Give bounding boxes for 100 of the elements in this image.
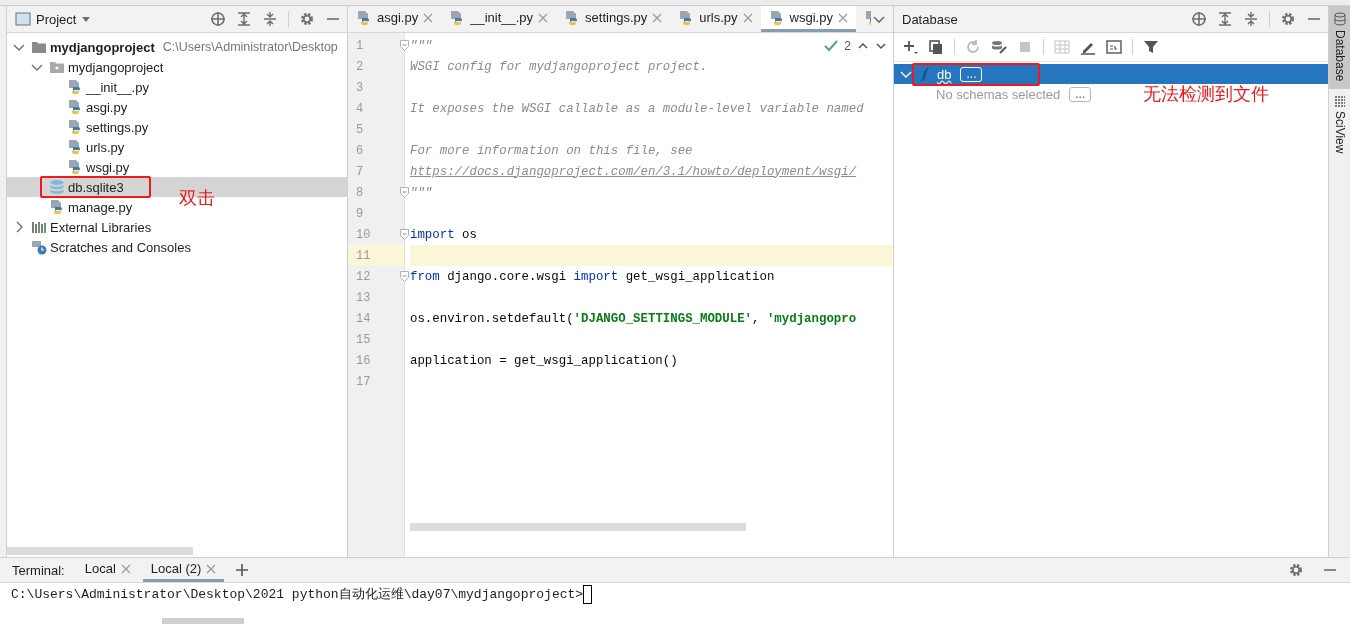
terminal-output: C:\Users\Administrator\Desktop\2021 python自动化运维\day07\mydjangoproject> xyxy=(11,586,584,603)
tree-item-label: db xyxy=(937,66,952,82)
close-icon[interactable] xyxy=(837,12,848,23)
fold-marker-icon[interactable] xyxy=(400,271,409,282)
close-icon[interactable] xyxy=(538,12,549,23)
collapse-all-icon[interactable] xyxy=(262,11,278,27)
annotation-note: 无法检测到文件 xyxy=(1143,83,1269,106)
folder-icon xyxy=(31,39,47,55)
close-icon[interactable] xyxy=(206,563,217,574)
tree-row[interactable]: settings.py xyxy=(7,117,151,137)
settings-icon[interactable] xyxy=(1288,562,1304,578)
python-file-icon xyxy=(67,99,83,115)
view-selector[interactable]: Project xyxy=(15,11,92,27)
python-file-icon xyxy=(67,119,83,135)
tree-item-label: settings.py xyxy=(86,119,149,135)
line-number: 1 xyxy=(356,38,364,53)
line-number: 14 xyxy=(356,311,371,326)
python-file-icon xyxy=(67,139,83,155)
line-number: 16 xyxy=(356,353,371,368)
grid-icon xyxy=(1333,95,1346,108)
tree-row[interactable]: wsgi.py xyxy=(7,157,132,177)
fold-marker-icon[interactable] xyxy=(400,187,409,198)
tool-window-button[interactable]: SciView xyxy=(1329,89,1350,162)
tree-item-label: No schemas selected xyxy=(936,86,1061,102)
caret-icon xyxy=(81,15,92,23)
database-tools-icon[interactable] xyxy=(991,39,1007,55)
code-line: os.environ.setdefault('DJANGO_SETTINGS_MODULE', 'mydjangopro xyxy=(410,311,857,326)
expand-all-icon[interactable] xyxy=(1217,11,1233,27)
tree-row[interactable]: asgi.py xyxy=(7,97,130,117)
tree-item-label: manage.py xyxy=(68,199,133,215)
close-icon[interactable] xyxy=(423,12,434,23)
terminal-tab[interactable]: Local xyxy=(76,558,139,582)
check-icon xyxy=(824,40,839,52)
line-number: 13 xyxy=(356,290,371,305)
close-icon[interactable] xyxy=(652,12,663,23)
tree-row[interactable]: urls.py xyxy=(7,137,127,157)
tree-item-label: Scratches and Consoles xyxy=(50,239,191,255)
database-icon xyxy=(49,179,65,195)
tree-row[interactable]: mydjangoproject xyxy=(7,57,166,77)
line-number: 7 xyxy=(356,164,364,179)
fold-marker-icon[interactable] xyxy=(400,229,409,240)
horizontal-scrollbar[interactable] xyxy=(162,618,244,624)
target-icon[interactable] xyxy=(1191,11,1207,27)
line-number: 15 xyxy=(356,332,371,347)
editor-tab[interactable]: asgi.py xyxy=(348,6,442,32)
more-button[interactable]: ... xyxy=(960,66,983,82)
editor-tab[interactable]: settings.py xyxy=(556,6,671,32)
close-icon[interactable] xyxy=(120,563,131,574)
tree-row[interactable]: External Libraries xyxy=(7,217,154,237)
code-line: from django.core.wsgi import get_wsgi_application xyxy=(410,269,775,284)
tool-window-button[interactable]: Database xyxy=(1329,6,1350,90)
expand-all-icon[interactable] xyxy=(236,11,252,27)
python-file-icon xyxy=(67,79,83,95)
add-icon[interactable] xyxy=(236,564,249,576)
line-number: 11 xyxy=(356,248,371,263)
tree-item-label: urls.py xyxy=(86,139,125,155)
more-button[interactable]: ... xyxy=(1069,86,1092,102)
add-icon[interactable] xyxy=(902,39,918,55)
line-number: 2 xyxy=(356,59,364,74)
copy-icon[interactable] xyxy=(928,39,944,55)
line-number: 3 xyxy=(356,80,364,95)
python-file-icon xyxy=(49,199,65,215)
close-icon[interactable] xyxy=(742,12,753,23)
cursor xyxy=(583,584,593,604)
tree-row[interactable]: Scratches and Consoles xyxy=(7,237,193,257)
editor-tab[interactable]: __init__.py xyxy=(441,6,557,32)
line-number: 10 xyxy=(356,227,371,242)
tree-item-label: mydjangoproject xyxy=(68,59,164,75)
panel-title: Database xyxy=(902,11,958,27)
line-number: 4 xyxy=(356,101,364,116)
line-number: 8 xyxy=(356,185,364,200)
code-line: For more information on this file, see xyxy=(410,143,693,158)
folder-icon xyxy=(49,59,65,75)
filter-icon[interactable] xyxy=(1143,39,1159,55)
horizontal-scrollbar[interactable] xyxy=(410,523,746,531)
python-file-icon xyxy=(67,159,83,175)
tree-row[interactable]: No schemas selected ... xyxy=(894,84,1094,104)
tree-item-label: mydjangoproject xyxy=(50,39,155,55)
console-icon[interactable] xyxy=(1106,39,1122,55)
settings-icon[interactable] xyxy=(299,11,315,27)
editor-tab[interactable]: wsgi.py xyxy=(760,6,856,32)
fold-marker-icon[interactable] xyxy=(400,40,409,51)
code-line: """ xyxy=(410,38,433,53)
panel-icon xyxy=(15,11,31,27)
editor-tab[interactable]: urls.py xyxy=(670,6,761,32)
horizontal-scrollbar[interactable] xyxy=(7,547,193,555)
collapse-all-icon[interactable] xyxy=(1243,11,1259,27)
tree-item-label: __init__.py xyxy=(86,79,149,95)
python-file-icon xyxy=(768,9,785,26)
libraries-icon xyxy=(31,219,47,235)
terminal-tab[interactable]: Local (2) xyxy=(142,558,225,582)
chevron-down-icon[interactable] xyxy=(875,40,887,52)
tree-row[interactable]: manage.py xyxy=(7,197,135,217)
tree-row[interactable]: db ... xyxy=(894,64,1328,84)
settings-icon[interactable] xyxy=(1280,11,1296,27)
target-icon[interactable] xyxy=(210,11,226,27)
tree-row[interactable]: mydjangoproject C:\Users\Administrator\Desktop xyxy=(7,37,338,57)
tree-row[interactable]: __init__.py xyxy=(7,77,151,97)
code-line: https://docs.djangoproject.com/en/3.1/howto/deployment/wsgi/ xyxy=(410,164,857,179)
line-number: 6 xyxy=(356,143,364,158)
